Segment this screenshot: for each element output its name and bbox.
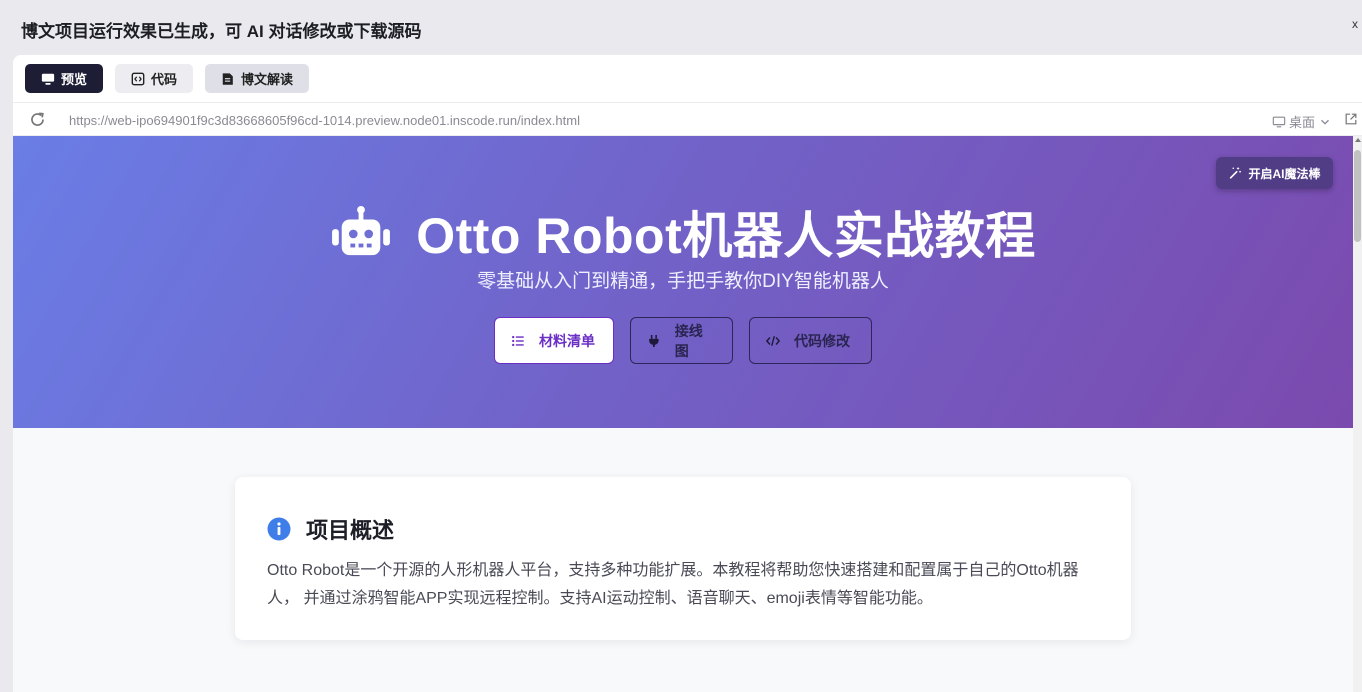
info-icon: [267, 517, 291, 541]
address-bar: https://web-ipo694901f9c3d83668605f96cd-…: [13, 102, 1362, 136]
code-file-icon: [131, 72, 145, 85]
web-preview: 开启AI魔法棒 Otto Robot机器人实战教程 零基础从入门到精通，手把手教…: [13, 136, 1353, 692]
code-icon: [766, 335, 780, 346]
list-icon: [512, 335, 524, 346]
device-selector[interactable]: 桌面: [1272, 112, 1332, 131]
magic-button-label: 开启AI魔法棒: [1248, 166, 1321, 181]
device-label: 桌面: [1288, 115, 1315, 130]
top-bar: 博文项目运行效果已生成，可 AI 对话修改或下载源码 x: [0, 0, 1362, 55]
code-edit-label: 代码修改: [794, 332, 850, 349]
materials-button[interactable]: 材料清单: [494, 317, 614, 364]
overview-header: 项目概述: [267, 513, 394, 545]
scrollbar-thumb[interactable]: [1354, 150, 1361, 242]
overview-text: Otto Robot是一个开源的人形机器人平台，支持多种功能扩展。本教程将帮助您…: [267, 562, 1079, 607]
tab-label: 代码: [151, 72, 178, 87]
chevron-down-icon: [1321, 119, 1329, 125]
reload-icon[interactable]: [29, 111, 46, 128]
page-title: 博文项目运行效果已生成，可 AI 对话修改或下载源码: [21, 22, 422, 41]
tab-code[interactable]: 代码: [115, 64, 194, 93]
code-edit-button[interactable]: 代码修改: [749, 317, 872, 364]
view-tabs: 预览 代码 博文解读: [25, 64, 310, 93]
url-text[interactable]: https://web-ipo694901f9c3d83668605f96cd-…: [69, 113, 580, 128]
monitor-icon: [41, 73, 55, 85]
overview-title: 项目概述: [306, 518, 395, 543]
preview-panel: 预览 代码 博文解读 https://web-ipo694901f9c3d836…: [13, 55, 1362, 692]
vertical-scrollbar[interactable]: [1353, 136, 1362, 692]
tab-label: 博文解读: [241, 72, 294, 87]
hero-subtitle: 零基础从入门到精通，手把手教你DIY智能机器人: [477, 271, 889, 292]
plug-icon: [649, 334, 659, 347]
materials-label: 材料清单: [539, 332, 595, 349]
document-icon: [222, 72, 233, 85]
close-icon[interactable]: x: [1352, 17, 1358, 31]
ai-magic-wand-button[interactable]: 开启AI魔法棒: [1216, 157, 1333, 189]
robot-icon: [332, 205, 391, 256]
wiring-button[interactable]: 接线图: [630, 317, 733, 364]
hero-title: Otto Robot机器人实战教程: [416, 208, 1036, 264]
hero-title-row: Otto Robot机器人实战教程: [13, 196, 1353, 268]
tab-article[interactable]: 博文解读: [205, 64, 310, 93]
desktop-icon: [1272, 116, 1286, 127]
overview-card: 项目概述 Otto Robot是一个开源的人形机器人平台，支持多种功能扩展。本教…: [235, 477, 1131, 640]
hero-buttons: 材料清单 接线图 代码修改: [494, 317, 872, 364]
scroll-up-icon[interactable]: [1355, 138, 1361, 142]
magic-wand-icon: [1230, 167, 1242, 179]
external-link-icon[interactable]: [1344, 112, 1358, 126]
tab-preview[interactable]: 预览: [25, 64, 104, 93]
hero-section: 开启AI魔法棒 Otto Robot机器人实战教程 零基础从入门到精通，手把手教…: [13, 136, 1353, 428]
wiring-label: 接线图: [674, 322, 703, 359]
tab-label: 预览: [61, 72, 88, 87]
